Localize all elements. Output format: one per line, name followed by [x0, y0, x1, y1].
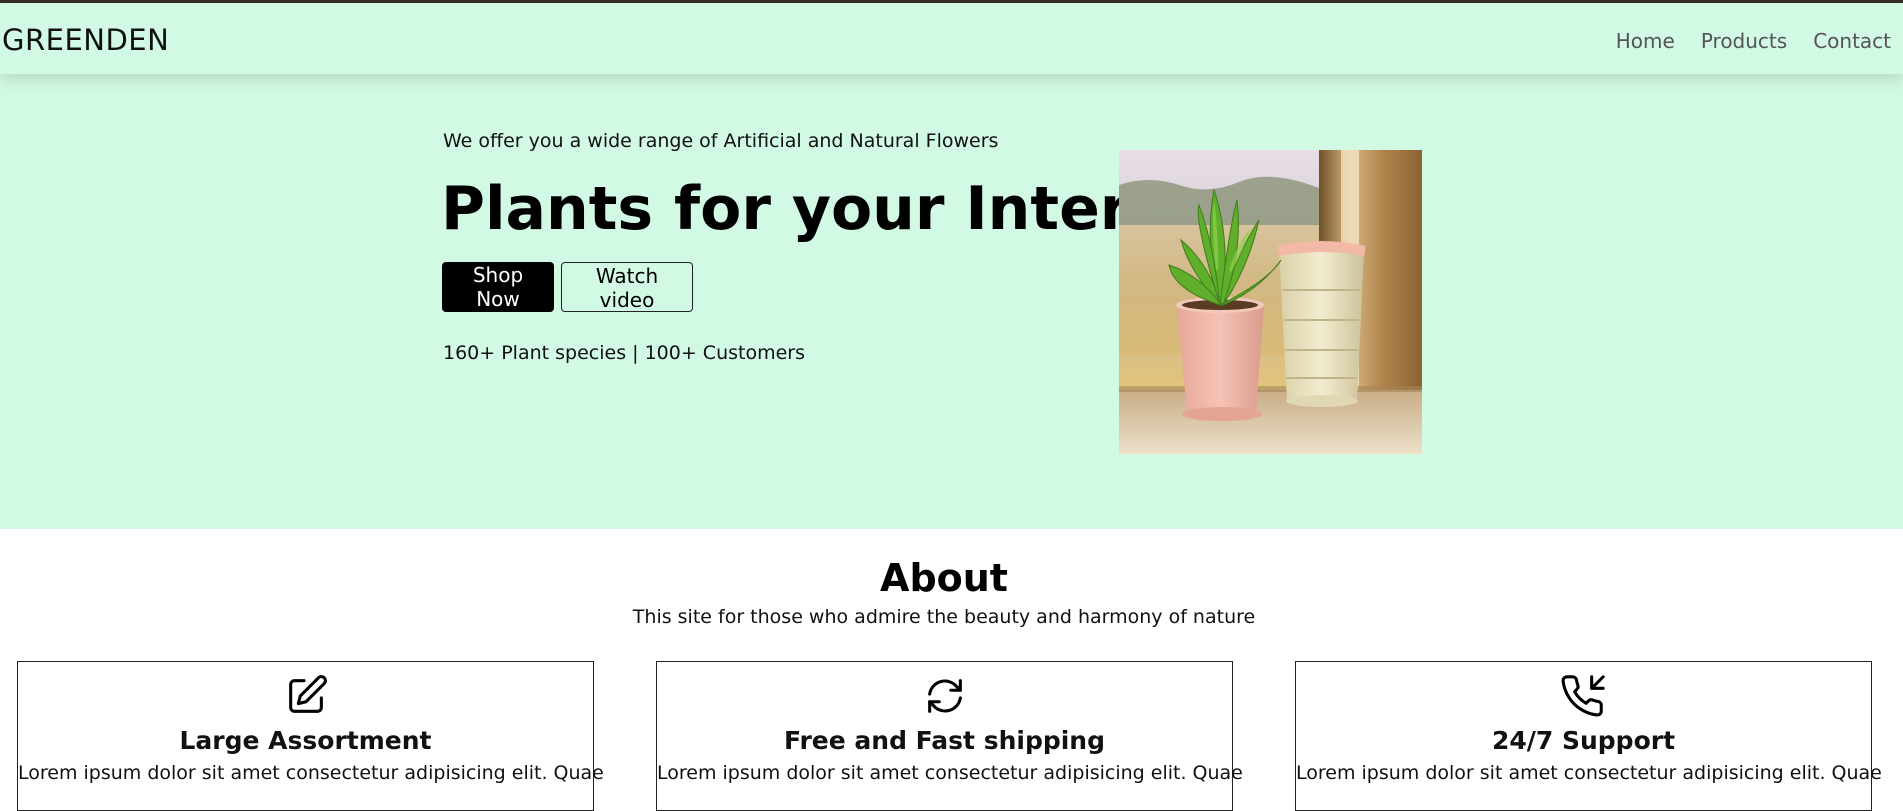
nav-link-contact[interactable]: Contact [1813, 29, 1891, 53]
feature-card-title: Large Assortment [179, 726, 432, 755]
edit-icon [288, 675, 327, 713]
navbar: GREENDEN Home Products Contact [0, 3, 1903, 74]
about-title: About [880, 556, 1008, 600]
feature-card-title: Free and Fast shipping [783, 726, 1105, 755]
nav-link-home[interactable]: Home [1616, 29, 1675, 53]
feature-card-text: Lorem ipsum dolor sit amet consectetur a… [1296, 762, 1882, 784]
watch-video-button[interactable]: Watch video [561, 262, 693, 312]
hero-section: We offer you a wide range of Artificial … [0, 74, 1903, 529]
nav-link-products[interactable]: Products [1701, 29, 1787, 53]
hero-stats: 160+ Plant species | 100+ Customers [443, 342, 805, 364]
feature-card-text: Lorem ipsum dolor sit amet consectetur a… [657, 762, 1243, 784]
about-section: About This site for those who admire the… [0, 529, 1903, 811]
feature-card-support: 24/7 Support Lorem ipsum dolor sit amet … [1295, 661, 1882, 811]
refresh-icon [927, 679, 962, 713]
phone-incoming-icon [1561, 675, 1605, 717]
hero-title: Plants for your Interior [441, 174, 1221, 244]
brand-logo[interactable]: GREENDEN [2, 23, 169, 57]
feature-card-assortment: Large Assortment Lorem ipsum dolor sit a… [17, 661, 604, 811]
about-subtitle: This site for those who admire the beaut… [632, 606, 1256, 628]
feature-card-title: 24/7 Support [1491, 726, 1676, 755]
feature-card-shipping: Free and Fast shipping Lorem ipsum dolor… [656, 661, 1243, 811]
hero-subtitle: We offer you a wide range of Artificial … [443, 130, 999, 152]
main-nav: Home Products Contact [1616, 29, 1891, 53]
plant-image [1119, 150, 1422, 454]
shop-now-button[interactable]: Shop Now [442, 262, 554, 312]
feature-card-text: Lorem ipsum dolor sit amet consectetur a… [18, 762, 604, 784]
